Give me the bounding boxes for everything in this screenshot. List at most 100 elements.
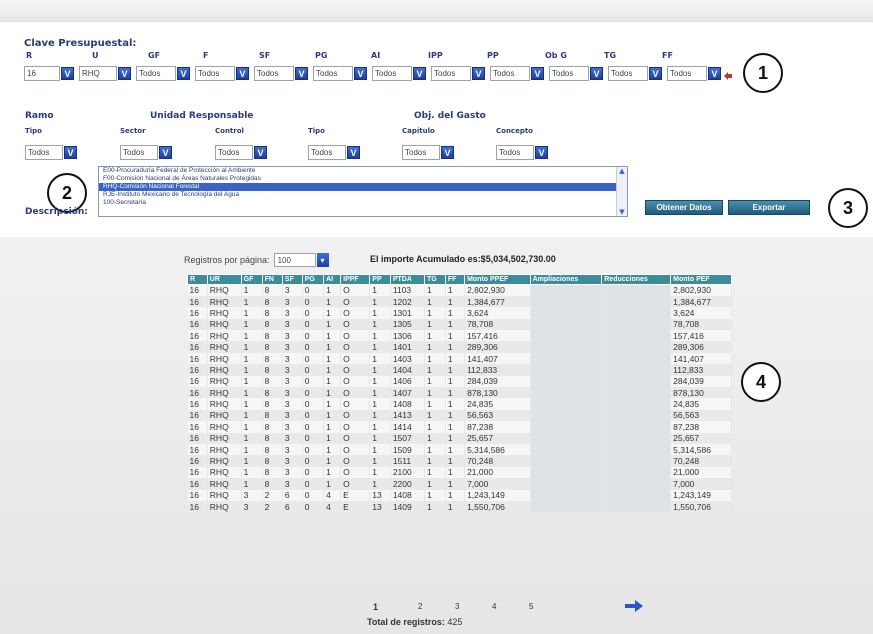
ai-dropdown-button[interactable]: V: [413, 67, 426, 80]
table-cell: 1: [241, 478, 263, 490]
ipp-dropdown-button[interactable]: V: [472, 67, 485, 80]
ramo-tipo-dropdown-button[interactable]: V: [64, 146, 77, 159]
table-cell: 1,243,149: [464, 489, 531, 501]
pp-select[interactable]: Todos: [490, 66, 530, 81]
table-cell: [530, 489, 603, 501]
list-item-selected[interactable]: RHQ-Comisión Nacional Forestal: [99, 183, 627, 191]
ipp-select[interactable]: Todos: [431, 66, 471, 81]
table-cell: 1: [241, 318, 263, 331]
sector-label: Sector: [120, 127, 146, 135]
ramo-tipo-select[interactable]: Todos: [25, 145, 63, 160]
table-cell: 1,550,706: [464, 500, 531, 513]
page-1-link[interactable]: 1: [373, 602, 378, 612]
capitulo-select[interactable]: Todos: [402, 145, 440, 160]
table-cell: O: [340, 295, 371, 308]
table-cell: O: [340, 443, 371, 456]
gf-select[interactable]: Todos: [136, 66, 176, 81]
table-cell: RHQ: [207, 387, 242, 399]
concepto-select[interactable]: Todos: [496, 145, 534, 160]
obg-dropdown-button[interactable]: V: [590, 67, 603, 80]
table-cell: RHQ: [207, 295, 242, 308]
control-dropdown-button[interactable]: V: [254, 146, 267, 159]
table-cell: RHQ: [207, 432, 242, 444]
ff-select[interactable]: Todos: [667, 66, 707, 81]
obtener-datos-button[interactable]: Obtener Datos: [645, 200, 723, 215]
pg-select[interactable]: Todos: [313, 66, 353, 81]
field-ipp: Todos V: [431, 66, 485, 81]
table-cell: 8: [262, 409, 283, 422]
f-dropdown-button[interactable]: V: [236, 67, 249, 80]
table-cell: RHQ: [207, 478, 242, 490]
ff-dropdown-button[interactable]: V: [708, 67, 721, 80]
control-select[interactable]: Todos: [215, 145, 253, 160]
ur-tipo-select[interactable]: Todos: [308, 145, 346, 160]
rpp-dropdown-icon[interactable]: ▾: [316, 253, 329, 267]
add-arrow-icon[interactable]: [723, 70, 733, 80]
ai-select[interactable]: Todos: [372, 66, 412, 81]
sector-dropdown-button[interactable]: V: [159, 146, 172, 159]
list-item[interactable]: E00-Procuraduría Federal de Protección a…: [99, 167, 627, 175]
table-cell: [601, 500, 672, 513]
table-cell: 1: [369, 432, 391, 444]
pg-dropdown-button[interactable]: V: [354, 67, 367, 80]
table-cell: 141,407: [670, 352, 732, 365]
description-label: Descripción:: [25, 207, 88, 217]
obg-select[interactable]: Todos: [549, 66, 589, 81]
exportar-button[interactable]: Exportar: [728, 200, 810, 215]
table-cell: 1: [369, 307, 391, 319]
scroll-down-icon[interactable]: ▼: [618, 208, 626, 216]
table-cell: 3: [282, 455, 303, 467]
capitulo-dropdown-button[interactable]: V: [441, 146, 454, 159]
table-cell: 1406: [390, 375, 425, 388]
sf-select[interactable]: Todos: [254, 66, 294, 81]
u-input[interactable]: RHQ: [79, 66, 117, 81]
page-5-link[interactable]: 5: [529, 602, 533, 611]
rpp-select[interactable]: 100: [273, 253, 316, 267]
table-cell: 284,039: [464, 375, 531, 388]
table-cell: 1413: [390, 409, 425, 422]
page-4-link[interactable]: 4: [492, 602, 496, 611]
label-u: U: [92, 51, 99, 60]
table-cell: 8: [262, 443, 283, 456]
scroll-up-icon[interactable]: ▲: [618, 167, 626, 175]
table-cell: 5,314,586: [464, 443, 531, 456]
table-cell: [601, 432, 672, 444]
table-cell: 70,248: [464, 455, 531, 467]
table-row: 16 RHQ 1 8 3 0 1 O 1 1511 1 1 70,248 70,248: [187, 455, 732, 467]
table-cell: 1: [323, 443, 342, 456]
pp-dropdown-button[interactable]: V: [531, 67, 544, 80]
u-dropdown-button[interactable]: V: [118, 67, 131, 80]
table-cell: 1: [445, 284, 466, 296]
page-2-link[interactable]: 2: [418, 602, 422, 611]
table-cell: 141,407: [464, 352, 531, 365]
total-label: Total de registros:: [367, 617, 445, 627]
tg-dropdown-button[interactable]: V: [649, 67, 662, 80]
list-item[interactable]: 100-Secretaría: [99, 199, 627, 207]
gf-dropdown-button[interactable]: V: [177, 67, 190, 80]
sf-dropdown-button[interactable]: V: [295, 67, 308, 80]
table-cell: [601, 330, 672, 342]
ur-tipo-dropdown-button[interactable]: V: [347, 146, 360, 159]
list-item[interactable]: RJE-Instituto Mexicano de Tecnología del…: [99, 191, 627, 199]
listbox-scrollbar[interactable]: ▲ ▼: [616, 167, 627, 216]
f-select[interactable]: Todos: [195, 66, 235, 81]
description-listbox[interactable]: E00-Procuraduría Federal de Protección a…: [98, 166, 628, 217]
next-page-arrow-icon[interactable]: [625, 600, 643, 612]
tg-select[interactable]: Todos: [608, 66, 648, 81]
table-cell: 1: [445, 318, 466, 331]
table-cell: 87,238: [670, 421, 732, 433]
sector-select[interactable]: Todos: [120, 145, 158, 160]
list-item[interactable]: F00-Comisión Nacional de Áreas Naturales…: [99, 175, 627, 183]
table-cell: 8: [262, 432, 283, 444]
table-cell: [601, 489, 672, 501]
table-cell: O: [340, 478, 371, 490]
r-input[interactable]: 16: [24, 66, 60, 81]
table-cell: RHQ: [207, 352, 242, 365]
table-cell: 0: [302, 295, 325, 308]
table-cell: 1: [424, 364, 446, 376]
table-cell: 3: [282, 466, 303, 479]
table-cell: 3: [282, 398, 303, 410]
concepto-dropdown-button[interactable]: V: [535, 146, 548, 159]
r-dropdown-button[interactable]: V: [61, 67, 74, 80]
page-3-link[interactable]: 3: [455, 602, 459, 611]
